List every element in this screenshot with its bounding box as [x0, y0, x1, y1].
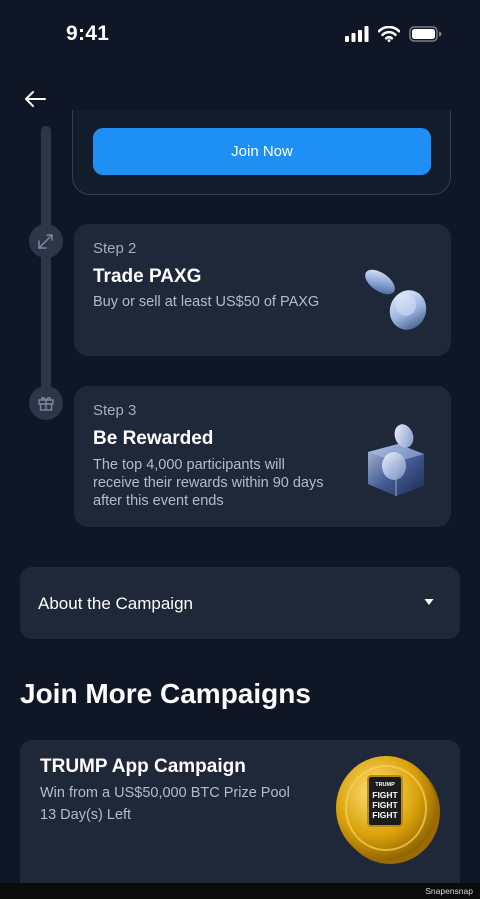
- campaign-title: TRUMP App Campaign: [40, 756, 246, 777]
- coin-text-trump: TRUMP: [375, 782, 395, 788]
- step2-label: Step 2: [93, 240, 137, 257]
- coins-illustration: [365, 269, 427, 330]
- trump-coin-illustration: TRUMP FIGHT FIGHT FIGHT: [336, 756, 440, 864]
- campaign-subtitle: Win from a US$50,000 BTC Prize Pool: [40, 785, 290, 801]
- signal-icon: [345, 26, 369, 42]
- reward-box-illustration: [368, 424, 424, 496]
- coin-text-fight-2: FIGHT: [372, 800, 398, 810]
- step2-node: [29, 224, 63, 258]
- join-now-button[interactable]: Join Now: [93, 128, 431, 175]
- watermark: Snapensnap: [425, 886, 473, 896]
- step3-label: Step 3: [93, 402, 137, 419]
- about-campaign-label: About the Campaign: [38, 594, 193, 613]
- section-title: Join More Campaigns: [20, 678, 311, 709]
- step3-card: Step 3 Be Rewarded The top 4,000 partici…: [74, 386, 451, 527]
- about-campaign-accordion[interactable]: About the Campaign: [20, 567, 460, 639]
- swap-arrows-icon: [38, 234, 53, 249]
- bottom-strip: [0, 883, 480, 899]
- step3-description-line2: receive their rewards within 90 days: [93, 475, 324, 491]
- step3-title: Be Rewarded: [93, 428, 214, 449]
- step3-node: [29, 386, 63, 420]
- step2-card: Step 2 Trade PAXG Buy or sell at least U…: [74, 224, 451, 356]
- battery-icon: [409, 26, 442, 42]
- step2-title: Trade PAXG: [93, 266, 202, 287]
- wifi-icon: [378, 26, 400, 42]
- gift-icon: [38, 397, 54, 411]
- coin-text-fight-3: FIGHT: [372, 810, 398, 820]
- coin-text-fight-1: FIGHT: [372, 790, 398, 800]
- caret-down-icon: [424, 599, 434, 605]
- step3-description-line1: The top 4,000 participants will: [93, 457, 285, 473]
- campaign-card[interactable]: TRUMP App Campaign Win from a US$50,000 …: [20, 740, 460, 899]
- campaign-days-left: 13 Day(s) Left: [40, 807, 132, 823]
- step3-description-line3: after this event ends: [93, 493, 224, 509]
- status-bar: 9:41: [0, 0, 480, 72]
- timeline-line: [41, 126, 51, 406]
- status-time: 9:41: [66, 22, 110, 45]
- status-icons: [345, 26, 442, 42]
- arrow-left-icon: [25, 91, 46, 107]
- step2-description: Buy or sell at least US$50 of PAXG: [93, 294, 320, 310]
- back-button[interactable]: [22, 86, 48, 112]
